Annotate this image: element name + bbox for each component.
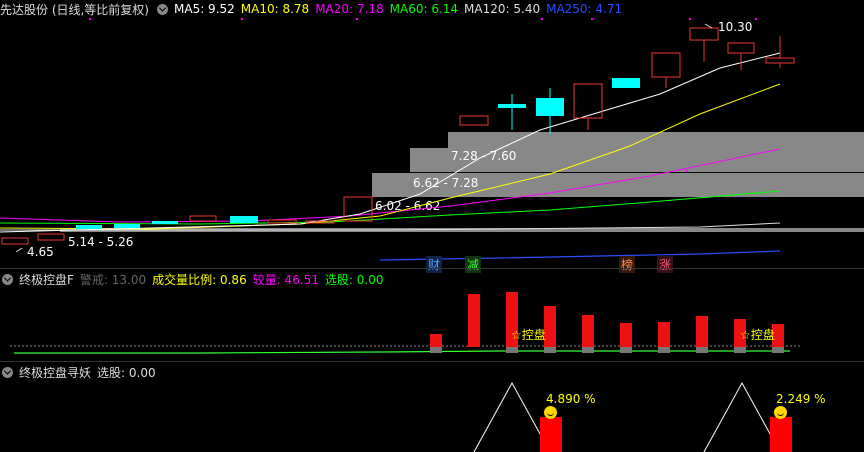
- pct-label-1: 4.890 %: [546, 392, 596, 406]
- panel3-menu-icon[interactable]: [2, 366, 13, 378]
- panel2-warn: 警戒: 13.00: [79, 272, 147, 287]
- ma250-label: MA250: 4.71: [546, 2, 623, 16]
- event-tag-list[interactable]: 榜: [619, 256, 636, 273]
- event-tag-rise[interactable]: 涨: [657, 256, 674, 273]
- panel2-menu-icon[interactable]: [2, 273, 13, 285]
- ma10-label: MA10: 8.78: [240, 2, 310, 16]
- low-price-label: 4.65: [27, 245, 54, 259]
- price-lines: [0, 18, 795, 261]
- panel3-pick: 选股: 0.00: [97, 365, 156, 380]
- ma5-label: MA5: 9.52: [174, 2, 235, 16]
- panel2-bars: [10, 292, 800, 354]
- panel-divider-2: [0, 361, 864, 362]
- ma120-label: MA120: 5.40: [464, 2, 541, 16]
- panel2-pick: 选股: 0.00: [324, 272, 384, 287]
- event-tag-finance[interactable]: 财: [426, 256, 443, 273]
- event-tag-reduce[interactable]: 减: [465, 256, 482, 273]
- stock-title[interactable]: 先达股份 (日线,等比前复权): [0, 1, 149, 18]
- panel3-name[interactable]: 终极控盘寻妖: [19, 364, 91, 381]
- panel3-lines: [473, 381, 792, 452]
- ma60-label: MA60: 6.14: [389, 2, 459, 16]
- indicator-panel-2[interactable]: ☆控盘 ☆控盘: [0, 288, 864, 360]
- smiley-icon-2: [774, 406, 787, 419]
- control-marker-1: ☆控盘: [511, 328, 546, 342]
- settings-dropdown-icon[interactable]: [157, 3, 168, 15]
- indicator-panel-3[interactable]: 4.890 % 2.249 %: [0, 381, 864, 452]
- panel2-name[interactable]: 终极控盘F: [19, 271, 74, 288]
- price-chart[interactable]: 7.28 - 7.60 6.62 - 7.28 6.02 - 6.62 5.14…: [0, 18, 864, 273]
- pct-label-2: 2.249 %: [776, 392, 826, 406]
- high-price-label: 10.30: [718, 20, 753, 34]
- ma20-label: MA20: 7.18: [315, 2, 384, 16]
- control-marker-2: ☆控盘: [740, 328, 775, 342]
- panel2-vol: 较量: 46.51: [252, 272, 319, 287]
- panel2-ratio: 成交量比例: 0.86: [152, 272, 247, 287]
- panel-divider-1: [0, 268, 864, 269]
- smiley-icon-1: [544, 406, 557, 419]
